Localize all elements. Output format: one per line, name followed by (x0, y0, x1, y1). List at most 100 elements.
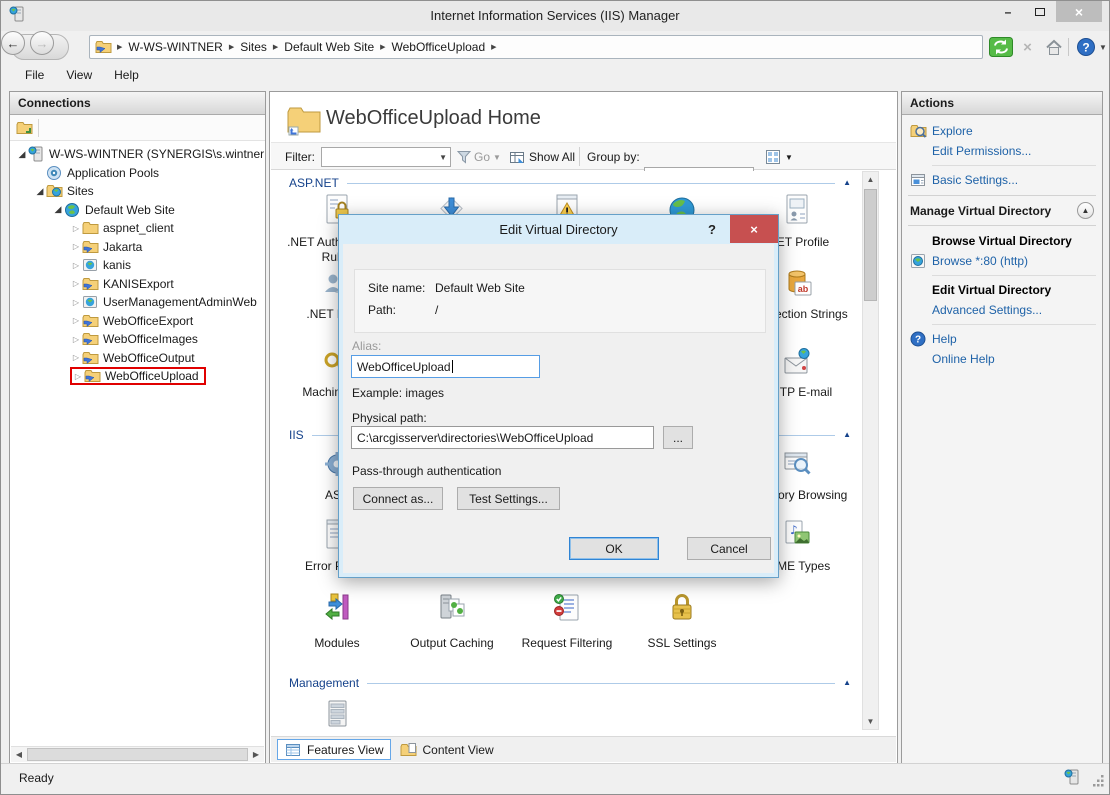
tree-expander-open[interactable]: ◢ (16, 149, 28, 160)
breadcrumb-separator: ▶ (270, 43, 281, 51)
action-label: Advanced Settings... (932, 303, 1042, 317)
action-browse-80-http-[interactable]: Browse *:80 (http) (908, 251, 1096, 271)
action-basic-settings-[interactable]: Basic Settings... (908, 170, 1096, 190)
tree-item-application-pools[interactable]: Application Pools (10, 164, 264, 183)
feature-request-filtering[interactable]: Request Filtering (510, 591, 624, 651)
breadcrumb-separator: ▶ (226, 43, 237, 51)
show-all-button[interactable]: Show All (529, 147, 575, 167)
action-browse-virtual-directory: Browse Virtual Directory (908, 231, 1096, 251)
help-dropdown-caret[interactable]: ▼ (1097, 36, 1109, 58)
alias-input[interactable]: WebOfficeUpload (351, 355, 540, 378)
go-dropdown-caret[interactable]: ▼ (493, 147, 501, 167)
tree-expander-open[interactable]: ◢ (34, 186, 46, 197)
maximize-button[interactable] (1025, 1, 1055, 22)
feature-output-caching[interactable]: Output Caching (395, 591, 509, 651)
dialog-help-button[interactable]: ? (703, 220, 721, 238)
test-settings-button[interactable]: Test Settings... (457, 487, 560, 510)
chevron-up-icon[interactable]: ▲ (1077, 202, 1094, 219)
vdir-icon (82, 276, 99, 292)
tree-expander-closed[interactable]: ▷ (72, 372, 84, 381)
filter-input[interactable]: ▼ (321, 147, 451, 167)
tree-item-jakarta[interactable]: ▷Jakarta (10, 238, 264, 257)
server-status-icon (1064, 769, 1081, 788)
tree-item-webofficeimages[interactable]: ▷WebOfficeImages (10, 330, 264, 349)
tree-item-usermanagementadminweb[interactable]: ▷UserManagementAdminWeb (10, 293, 264, 312)
tree-expander-closed[interactable]: ▷ (70, 242, 82, 251)
view-mode-button[interactable] (765, 147, 782, 167)
tab-features-view[interactable]: Features View (277, 739, 391, 760)
ok-button[interactable]: OK (569, 537, 659, 560)
tree-item-webofficeupload[interactable]: ▷WebOfficeUpload (10, 367, 264, 386)
help-button[interactable]: ? (1073, 36, 1098, 58)
minimize-button[interactable]: – (993, 1, 1023, 22)
section-collapse-caret[interactable]: ▲ (835, 430, 851, 439)
dialog-close-button[interactable]: × (730, 215, 778, 243)
go-button[interactable]: Go (474, 147, 490, 167)
content-vertical-scrollbar[interactable]: ▲ ▼ (862, 171, 879, 730)
action-explore[interactable]: Explore (908, 121, 1096, 141)
save-connection-icon[interactable] (16, 120, 33, 136)
tree-expander-closed[interactable]: ▷ (70, 316, 82, 325)
action-online-help[interactable]: Online Help (908, 349, 1096, 369)
vdir-icon (82, 313, 99, 329)
tree-item-sites[interactable]: ◢Sites (10, 182, 264, 201)
tree-item-kanis[interactable]: ▷kanis (10, 256, 264, 275)
home-button[interactable] (1041, 36, 1066, 58)
connect-as-button[interactable]: Connect as... (353, 487, 443, 510)
menu-view[interactable]: View (66, 63, 92, 87)
feature-ssl-settings[interactable]: SSL Settings (625, 591, 739, 651)
show-all-icon (509, 147, 526, 167)
actions-header: Actions (902, 92, 1102, 115)
back-button[interactable]: ← (1, 31, 25, 55)
scroll-down-arrow[interactable]: ▼ (863, 714, 878, 729)
section-title: IIS (289, 428, 312, 442)
outputcache-icon (395, 591, 509, 625)
tree-expander-closed[interactable]: ▷ (70, 353, 82, 362)
breadcrumb-item-webofficeupload[interactable]: WebOfficeUpload (389, 40, 489, 54)
action-advanced-settings-[interactable]: Advanced Settings... (908, 300, 1096, 320)
toolbar-separator (38, 119, 39, 137)
scroll-left-arrow[interactable]: ◀ (12, 748, 26, 761)
section-collapse-caret[interactable]: ▲ (835, 678, 851, 687)
feature-modules[interactable]: Modules (280, 591, 394, 651)
section-collapse-caret[interactable]: ▲ (835, 178, 851, 187)
action-help[interactable]: ?Help (908, 329, 1096, 349)
browse-button[interactable]: ... (663, 426, 693, 449)
tree-item-webofficeexport[interactable]: ▷WebOfficeExport (10, 312, 264, 331)
cancel-button[interactable]: Cancel (687, 537, 771, 560)
tree-expander-closed[interactable]: ▷ (70, 279, 82, 288)
tree-item-webofficeoutput[interactable]: ▷WebOfficeOutput (10, 349, 264, 368)
tree-expander-closed[interactable]: ▷ (70, 298, 82, 307)
tree-horizontal-scrollbar[interactable]: ◀ ▶ (11, 746, 264, 762)
tree-expander-closed[interactable]: ▷ (70, 224, 82, 233)
tree-item-kanisexport[interactable]: ▷KANISExport (10, 275, 264, 294)
tree-item-w-ws-wintner-synergis-s-wintner-[interactable]: ◢W-WS-WINTNER (SYNERGIS\s.wintner) (10, 145, 264, 164)
feature-confed[interactable] (280, 698, 394, 736)
scroll-up-arrow[interactable]: ▲ (863, 172, 878, 187)
tree-item-default-web-site[interactable]: ◢Default Web Site (10, 201, 264, 220)
menu-help[interactable]: Help (114, 63, 139, 87)
scrollbar-thumb[interactable] (864, 189, 877, 301)
scroll-right-arrow[interactable]: ▶ (249, 748, 263, 761)
breadcrumb-item-sites[interactable]: Sites (237, 40, 270, 54)
close-button[interactable]: × (1056, 1, 1102, 22)
tree-expander-open[interactable]: ◢ (52, 204, 64, 215)
action-edit-permissions-[interactable]: Edit Permissions... (908, 141, 1096, 161)
refresh-button[interactable] (988, 36, 1013, 58)
breadcrumb-item-w-ws-wintner[interactable]: W-WS-WINTNER (125, 40, 225, 54)
forward-button[interactable]: → (30, 31, 54, 55)
tab-content-view[interactable]: Content View (393, 739, 500, 760)
tree-expander-closed[interactable]: ▷ (70, 335, 82, 344)
action-label: Edit Virtual Directory (932, 283, 1051, 297)
scrollbar-thumb[interactable] (27, 748, 248, 761)
tree-item-aspnet-client[interactable]: ▷aspnet_client (10, 219, 264, 238)
stop-button[interactable]: × (1015, 36, 1040, 58)
breadcrumb[interactable]: ▶W-WS-WINTNER▶Sites▶Default Web Site▶Web… (89, 35, 983, 59)
view-mode-caret[interactable]: ▼ (785, 147, 793, 167)
tree-expander-closed[interactable]: ▷ (70, 261, 82, 270)
svg-text:?: ? (915, 335, 921, 346)
menu-file[interactable]: File (25, 63, 44, 87)
physical-path-input[interactable]: C:\arcgisserver\directories\WebOfficeUpl… (351, 426, 654, 449)
breadcrumb-item-default-web-site[interactable]: Default Web Site (281, 40, 377, 54)
app-pools-icon (46, 165, 63, 181)
